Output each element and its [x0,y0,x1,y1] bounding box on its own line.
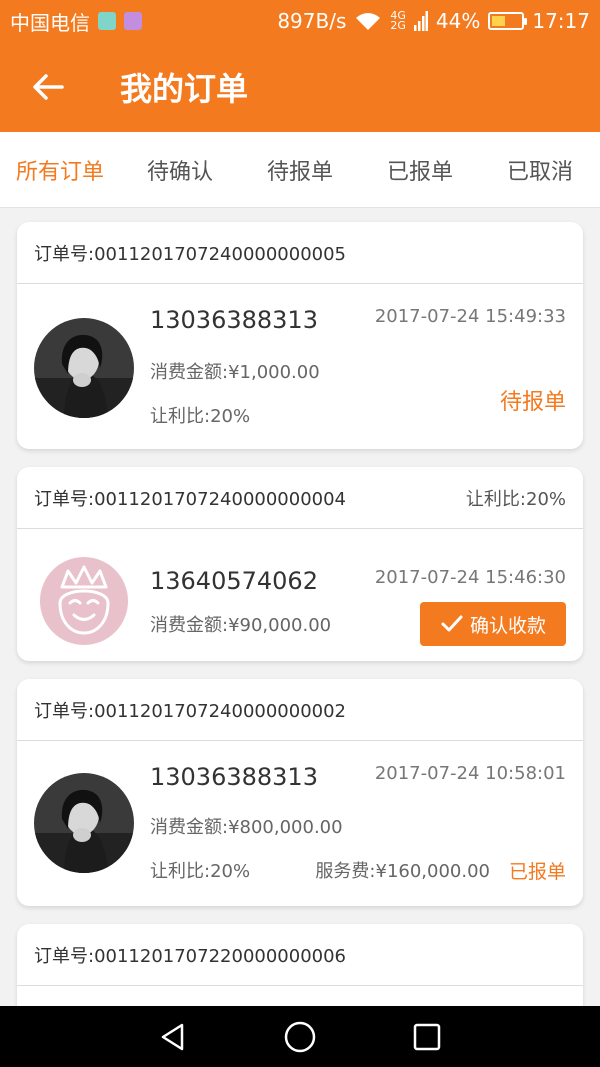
nav-back-button[interactable] [143,1012,203,1062]
square-recents-icon [413,1023,440,1050]
back-button[interactable] [0,42,95,132]
status-bar: 中国电信 897B/s 4G 2G 44% 17:17 [0,0,600,42]
nav-recents-button[interactable] [397,1012,457,1062]
order-status: 已报单 [508,861,566,883]
gallery-notification-icon [124,12,142,30]
page-title: 我的订单 [120,70,249,108]
nav-home-button[interactable] [270,1012,330,1062]
network-type-bottom: 2G [390,19,406,32]
order-card[interactable]: 订单号:0011201707240000000002 13036388313 2… [17,679,583,906]
service-fee: 服务费:¥160,000.00 [315,861,490,882]
customer-phone: 13640574062 [150,567,318,595]
network-speed: 897B/s [277,9,347,33]
discount-ratio: 让利比:20% [150,406,251,427]
check-icon [441,615,463,632]
confirm-payment-label: 确认收款 [469,614,546,637]
order-amount: 消费金额:¥1,000.00 [150,362,320,383]
avatar [34,773,134,873]
order-number: 订单号:0011201707240000000005 [34,243,347,265]
circle-home-icon [284,1021,316,1052]
android-notification-icon [98,12,116,30]
order-number: 订单号:0011201707220000000006 [34,945,347,967]
tab-pending-confirm[interactable]: 待确认 [120,132,240,207]
order-time: 2017-07-24 15:49:33 [374,306,566,327]
customer-phone: 13036388313 [150,763,318,791]
battery-percent: 44% [435,9,481,33]
triangle-back-icon [162,1023,184,1050]
order-amount: 消费金额:¥90,000.00 [150,615,332,636]
customer-phone: 13036388313 [150,306,318,334]
signal-icon [413,11,428,31]
tab-reported[interactable]: 已报单 [360,132,480,207]
arrow-left-icon [32,74,64,100]
order-number: 订单号:0011201707240000000004 [34,488,347,510]
carrier-label: 中国电信 [10,10,90,35]
tab-pending-report[interactable]: 待报单 [240,132,360,207]
clock: 17:17 [532,9,590,33]
order-tabs: 所有订单 待确认 待报单 已报单 已取消 [0,132,600,208]
battery-icon [488,12,528,30]
app-header: 我的订单 [0,42,600,132]
order-time: 2017-07-24 10:58:01 [374,763,566,784]
tab-cancelled[interactable]: 已取消 [480,132,600,207]
order-number: 订单号:0011201707240000000002 [34,700,347,722]
avatar [34,551,134,651]
system-nav-bar [0,1006,600,1067]
tab-all-orders[interactable]: 所有订单 [0,132,120,207]
confirm-payment-button[interactable]: 确认收款 [420,602,566,646]
order-list: 订单号:0011201707240000000005 13036388313 2… [17,222,583,1064]
order-card[interactable]: 订单号:0011201707240000000004 让利比:20% 13640… [17,467,583,661]
order-status: 待报单 [499,390,566,415]
discount-ratio: 让利比:20% [465,488,566,510]
wifi-icon [356,13,381,30]
avatar [34,318,134,418]
order-card[interactable]: 订单号:0011201707240000000005 13036388313 2… [17,222,583,449]
discount-ratio: 让利比:20% [150,861,251,882]
order-amount: 消费金额:¥800,000.00 [150,817,343,838]
order-time: 2017-07-24 15:46:30 [374,567,566,588]
